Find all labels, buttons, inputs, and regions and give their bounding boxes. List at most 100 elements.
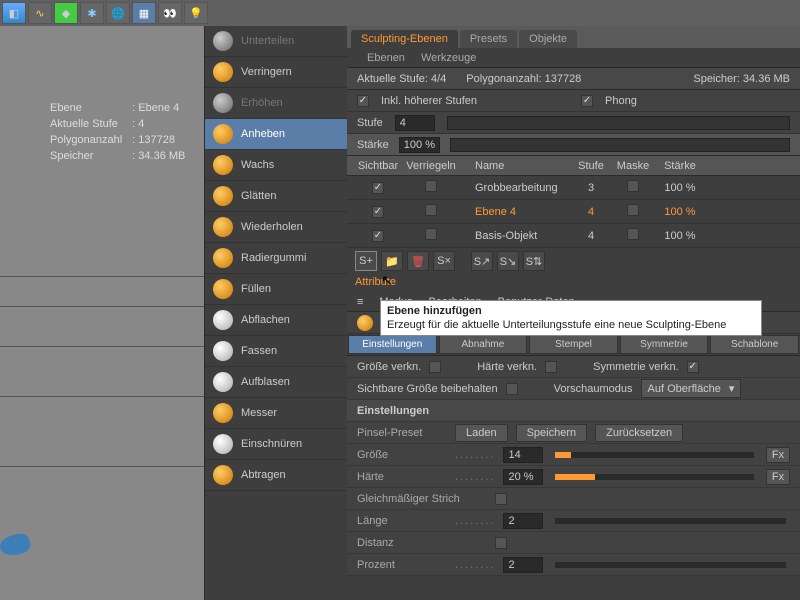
tool-wachs[interactable]: Wachs — [205, 150, 347, 181]
attrtab-schablone[interactable]: Schablone — [710, 335, 799, 354]
percent-spinner[interactable]: 2 — [503, 557, 543, 573]
load-button[interactable]: Laden — [455, 424, 508, 442]
top-toolbar: ◧ ∿ ◆ ✱ 🌐 ▦ 👀 💡 — [0, 0, 800, 26]
mask-check[interactable] — [627, 180, 639, 192]
dist-check[interactable] — [495, 537, 507, 549]
keep-visible-check[interactable] — [506, 383, 518, 395]
incl-checkbox[interactable] — [357, 95, 369, 107]
poly-icon[interactable]: ◆ — [54, 2, 78, 24]
phong-checkbox[interactable] — [581, 95, 593, 107]
layer-row[interactable]: Grobbearbeitung 3 100 % — [347, 176, 800, 200]
tool-icon — [213, 186, 233, 206]
hard-spinner[interactable]: 20 % — [503, 469, 543, 485]
layer-action2[interactable]: S↗ — [471, 251, 493, 271]
tool-füllen[interactable]: Füllen — [205, 274, 347, 305]
subtab-tools[interactable]: Werkzeuge — [421, 52, 476, 64]
bulb-icon[interactable]: 💡 — [184, 2, 208, 24]
eyes-icon[interactable]: 👀 — [158, 2, 182, 24]
layer-action3[interactable]: S↘ — [497, 251, 519, 271]
main-tabs: Sculpting-Ebenen Presets Objekte — [347, 26, 800, 48]
tool-label: Wiederholen — [241, 221, 303, 233]
layer-action4[interactable]: S⇅ — [523, 251, 545, 271]
link-icon[interactable]: ∿ — [28, 2, 52, 24]
lock-check[interactable] — [425, 204, 437, 216]
tooltip: Ebene hinzufügen Erzeugt für die aktuell… — [380, 300, 762, 336]
tool-list: UnterteilenVerringernErhöhenAnhebenWachs… — [204, 26, 347, 600]
save-button[interactable]: Speichern — [516, 424, 588, 442]
tool-anheben[interactable]: Anheben — [205, 119, 347, 150]
stufe-spinner[interactable]: 4 — [395, 115, 435, 131]
attrtab-einstellungen[interactable]: Einstellungen — [348, 335, 437, 354]
lock-check[interactable] — [425, 180, 437, 192]
layer-row[interactable]: Basis-Objekt 4 100 % — [347, 224, 800, 248]
attr-tabs: Einstellungen Abnahme Stempel Symmetrie … — [347, 334, 800, 356]
tool-einschnüren[interactable]: Einschnüren — [205, 429, 347, 460]
tool-icon — [213, 217, 233, 237]
grid-icon[interactable]: ▦ — [132, 2, 156, 24]
atom-icon[interactable]: ✱ — [80, 2, 104, 24]
add-layer-button[interactable]: S+ — [355, 251, 377, 271]
cube-icon[interactable]: ◧ — [2, 2, 26, 24]
subtab-layers[interactable]: Ebenen — [367, 52, 405, 64]
size-slider[interactable] — [555, 452, 754, 458]
anheben-icon — [357, 315, 373, 331]
mask-check[interactable] — [627, 204, 639, 216]
layer-action1[interactable]: S× — [433, 251, 455, 271]
visible-check[interactable] — [372, 230, 384, 242]
length-spinner[interactable]: 2 — [503, 513, 543, 529]
stufe-slider[interactable] — [447, 116, 790, 130]
stufe-row: Stufe 4 — [347, 112, 800, 134]
tool-radiergummi[interactable]: Radiergummi — [205, 243, 347, 274]
size-fx[interactable]: Fx — [766, 447, 790, 463]
delete-button[interactable]: 🗑 — [407, 251, 429, 271]
staerke-spinner[interactable]: 100 % — [399, 137, 440, 153]
attrtab-stempel[interactable]: Stempel — [529, 335, 618, 354]
tool-icon — [213, 93, 233, 113]
tab-sculpting-layers[interactable]: Sculpting-Ebenen — [351, 30, 458, 48]
tab-objects[interactable]: Objekte — [519, 30, 577, 48]
length-slider[interactable] — [555, 518, 786, 524]
mask-check[interactable] — [627, 228, 639, 240]
tool-label: Wachs — [241, 159, 274, 171]
tool-icon — [213, 155, 233, 175]
viewport[interactable]: Ebene: Ebene 4 Aktuelle Stufe: 4 Polygon… — [0, 26, 204, 600]
sculpt-object[interactable] — [0, 531, 32, 558]
tool-verringern[interactable]: Verringern — [205, 57, 347, 88]
preview-dropdown[interactable]: Auf Oberfläche▾ — [641, 379, 742, 398]
even-check[interactable] — [495, 493, 507, 505]
globe-icon[interactable]: 🌐 — [106, 2, 130, 24]
attrtab-abnahme[interactable]: Abnahme — [439, 335, 528, 354]
staerke-slider[interactable] — [450, 138, 790, 152]
layer-row[interactable]: Ebene 4 4 100 % — [347, 200, 800, 224]
attrtab-symmetrie[interactable]: Symmetrie — [620, 335, 709, 354]
layer-icon-bar: S+ 📁 🗑 S× S↗ S↘ S⇅ — [347, 248, 800, 274]
tool-icon — [213, 372, 233, 392]
tool-wiederholen[interactable]: Wiederholen — [205, 212, 347, 243]
hard-slider[interactable] — [555, 474, 754, 480]
size-spinner[interactable]: 14 — [503, 447, 543, 463]
percent-slider[interactable] — [555, 562, 786, 568]
tool-icon — [213, 62, 233, 82]
tool-messer[interactable]: Messer — [205, 398, 347, 429]
info-row: Aktuelle Stufe: 4/4 Polygonanzahl: 13772… — [347, 68, 800, 90]
tool-fassen[interactable]: Fassen — [205, 336, 347, 367]
tool-icon — [213, 248, 233, 268]
tool-label: Radiergummi — [241, 252, 306, 264]
sym-link-check[interactable] — [687, 361, 699, 373]
visible-check[interactable] — [372, 182, 384, 194]
tool-icon — [213, 341, 233, 361]
tool-aufblasen[interactable]: Aufblasen — [205, 367, 347, 398]
hard-fx[interactable]: Fx — [766, 469, 790, 485]
tool-label: Fassen — [241, 345, 277, 357]
size-link-check[interactable] — [429, 361, 441, 373]
tool-icon — [213, 124, 233, 144]
lock-check[interactable] — [425, 228, 437, 240]
visible-check[interactable] — [372, 206, 384, 218]
reset-button[interactable]: Zurücksetzen — [595, 424, 683, 442]
tab-presets[interactable]: Presets — [460, 30, 517, 48]
tool-abflachen[interactable]: Abflachen — [205, 305, 347, 336]
tool-abtragen[interactable]: Abtragen — [205, 460, 347, 491]
tool-glätten[interactable]: Glätten — [205, 181, 347, 212]
hard-link-check[interactable] — [545, 361, 557, 373]
folder-button[interactable]: 📁 — [381, 251, 403, 271]
